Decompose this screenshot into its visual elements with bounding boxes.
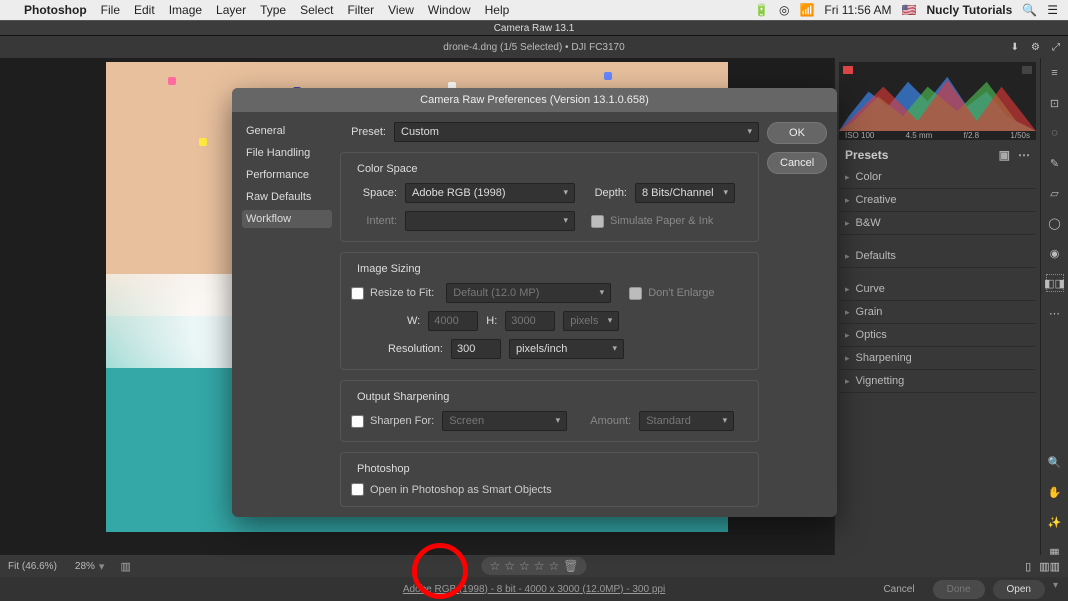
simulate-checkbox: Simulate Paper & Ink bbox=[591, 215, 713, 228]
width-label: W: bbox=[407, 315, 420, 327]
resolution-units-select[interactable]: pixels/inch bbox=[509, 339, 624, 359]
sharpen-checkbox[interactable]: Sharpen For: bbox=[351, 415, 434, 428]
amount-label: Amount: bbox=[575, 415, 631, 427]
units-select: pixels bbox=[563, 311, 619, 331]
intent-label: Intent: bbox=[351, 215, 397, 227]
preset-label: Preset: bbox=[340, 126, 386, 138]
tab-general[interactable]: General bbox=[242, 122, 332, 140]
group-title-color-space: Color Space bbox=[353, 163, 422, 175]
preferences-dialog: Camera Raw Preferences (Version 13.1.0.6… bbox=[232, 88, 837, 517]
cancel-dialog-button[interactable]: Cancel bbox=[767, 152, 827, 174]
amount-select: Standard bbox=[639, 411, 734, 431]
resize-checkbox[interactable]: Resize to Fit: bbox=[351, 287, 434, 300]
group-color-space: Color Space Space: Adobe RGB (1998) Dept… bbox=[340, 152, 759, 242]
tab-workflow[interactable]: Workflow bbox=[242, 210, 332, 228]
height-label: H: bbox=[486, 315, 497, 327]
depth-label: Depth: bbox=[583, 187, 627, 199]
group-title-output-sharpening: Output Sharpening bbox=[353, 391, 453, 403]
tab-raw-defaults[interactable]: Raw Defaults bbox=[242, 188, 332, 206]
tab-performance[interactable]: Performance bbox=[242, 166, 332, 184]
dont-enlarge-checkbox: Don't Enlarge bbox=[629, 287, 714, 300]
preset-select[interactable]: Custom bbox=[394, 122, 759, 142]
width-input bbox=[428, 311, 478, 331]
space-label: Space: bbox=[351, 187, 397, 199]
height-input bbox=[505, 311, 555, 331]
group-image-sizing: Image Sizing Resize to Fit: Default (12.… bbox=[340, 252, 759, 370]
resolution-input[interactable] bbox=[451, 339, 501, 359]
group-title-image-sizing: Image Sizing bbox=[353, 263, 425, 275]
prefs-tabs: General File Handling Performance Raw De… bbox=[242, 122, 332, 507]
depth-select[interactable]: 8 Bits/Channel bbox=[635, 183, 735, 203]
ok-button[interactable]: OK bbox=[767, 122, 827, 144]
sharpen-for-select: Screen bbox=[442, 411, 567, 431]
smart-objects-checkbox[interactable]: Open in Photoshop as Smart Objects bbox=[351, 483, 748, 496]
resolution-label: Resolution: bbox=[371, 343, 443, 355]
space-select[interactable]: Adobe RGB (1998) bbox=[405, 183, 575, 203]
intent-select bbox=[405, 211, 575, 231]
group-photoshop: Photoshop Open in Photoshop as Smart Obj… bbox=[340, 452, 759, 507]
dialog-title: Camera Raw Preferences (Version 13.1.0.6… bbox=[232, 88, 837, 112]
group-title-photoshop: Photoshop bbox=[353, 463, 414, 475]
modal-overlay: Camera Raw Preferences (Version 13.1.0.6… bbox=[0, 0, 1068, 601]
resize-select: Default (12.0 MP) bbox=[446, 283, 611, 303]
tab-file-handling[interactable]: File Handling bbox=[242, 144, 332, 162]
group-output-sharpening: Output Sharpening Sharpen For: Screen Am… bbox=[340, 380, 759, 442]
